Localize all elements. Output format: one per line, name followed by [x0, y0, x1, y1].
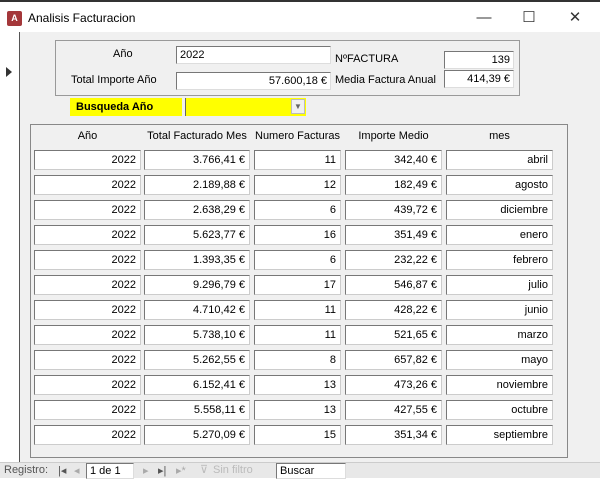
next-record-button[interactable]: ▸ [143, 464, 149, 477]
table-cell[interactable]: 5.270,09 € [144, 425, 250, 445]
table-cell[interactable]: 182,49 € [345, 175, 442, 195]
total-importe-field[interactable]: 57.600,18 € [176, 72, 331, 90]
record-navigation-bar: Registro: |◂ ◂ 1 de 1 ▸ ▸| ▸* ⊽ Sin filt… [0, 462, 600, 479]
first-record-button[interactable]: |◂ [58, 464, 66, 477]
table-cell[interactable]: marzo [446, 325, 553, 345]
table-cell[interactable]: 6 [254, 250, 341, 270]
record-selector[interactable] [0, 32, 20, 462]
table-cell[interactable]: 427,55 € [345, 400, 442, 420]
table-cell[interactable]: 6.152,41 € [144, 375, 250, 395]
new-record-button[interactable]: ▸* [176, 464, 186, 477]
anio-field[interactable]: 2022 [176, 46, 331, 64]
table-cell[interactable]: 351,34 € [345, 425, 442, 445]
table-cell[interactable]: 5.738,10 € [144, 325, 250, 345]
table-cell[interactable]: 15 [254, 425, 341, 445]
table-cell[interactable]: 439,72 € [345, 200, 442, 220]
registro-label: Registro: [4, 464, 49, 476]
filter-icon: ⊽ [200, 464, 209, 476]
table-cell[interactable]: 16 [254, 225, 341, 245]
table-cell[interactable]: enero [446, 225, 553, 245]
table-cell[interactable]: diciembre [446, 200, 553, 220]
table-cell[interactable]: 1.393,35 € [144, 250, 250, 270]
table-cell[interactable]: 2.638,29 € [144, 200, 250, 220]
maximize-button[interactable]: ☐ [509, 6, 549, 30]
record-number-field[interactable]: 1 de 1 [86, 463, 134, 479]
table-cell[interactable]: 521,65 € [345, 325, 442, 345]
nfactura-label: NºFACTURA [335, 53, 399, 65]
table-cell[interactable]: julio [446, 275, 553, 295]
table-cell[interactable]: 11 [254, 300, 341, 320]
table-cell[interactable]: 8 [254, 350, 341, 370]
table-cell[interactable]: junio [446, 300, 553, 320]
table-cell[interactable]: 473,26 € [345, 375, 442, 395]
table-cell[interactable]: 232,22 € [345, 250, 442, 270]
table-cell[interactable]: 657,82 € [345, 350, 442, 370]
previous-record-button[interactable]: ◂ [74, 464, 80, 477]
table-cell[interactable]: 11 [254, 325, 341, 345]
table-cell[interactable]: 2022 [34, 275, 141, 295]
table-cell[interactable]: 5.558,11 € [144, 400, 250, 420]
column-header: Total Facturado Mes [147, 130, 247, 142]
table-cell[interactable]: septiembre [446, 425, 553, 445]
table-cell[interactable]: 13 [254, 375, 341, 395]
table-cell[interactable]: 2022 [34, 250, 141, 270]
table-cell[interactable]: 546,87 € [345, 275, 442, 295]
table-cell[interactable]: 2022 [34, 425, 141, 445]
table-cell[interactable]: octubre [446, 400, 553, 420]
table-cell[interactable]: 2022 [34, 150, 141, 170]
table-cell[interactable]: 17 [254, 275, 341, 295]
table-cell[interactable]: abril [446, 150, 553, 170]
table-cell[interactable]: 5.623,77 € [144, 225, 250, 245]
table-cell[interactable]: 428,22 € [345, 300, 442, 320]
chevron-down-icon[interactable]: ▼ [291, 99, 305, 114]
table-cell[interactable]: 4.710,42 € [144, 300, 250, 320]
table-cell[interactable]: 2.189,88 € [144, 175, 250, 195]
table-cell[interactable]: febrero [446, 250, 553, 270]
anio-label: Año [113, 48, 133, 60]
table-cell[interactable]: 2022 [34, 400, 141, 420]
table-cell[interactable]: 2022 [34, 375, 141, 395]
column-header: Importe Medio [358, 130, 429, 142]
table-cell[interactable]: 13 [254, 400, 341, 420]
last-record-button[interactable]: ▸| [158, 464, 166, 477]
table-cell[interactable]: 11 [254, 150, 341, 170]
table-cell[interactable]: 2022 [34, 200, 141, 220]
table-cell[interactable]: 351,49 € [345, 225, 442, 245]
table-cell[interactable]: 5.262,55 € [144, 350, 250, 370]
table-cell[interactable]: 2022 [34, 225, 141, 245]
table-cell[interactable]: 2022 [34, 350, 141, 370]
filter-toggle[interactable]: Sin filtro [213, 464, 253, 476]
busqueda-anio-combo[interactable]: ▼ [185, 98, 306, 116]
table-cell[interactable]: 3.766,41 € [144, 150, 250, 170]
table-cell[interactable]: noviembre [446, 375, 553, 395]
busqueda-anio-label: Busqueda Año [70, 98, 182, 116]
search-input[interactable]: Buscar [276, 463, 346, 479]
close-button[interactable]: ✕ [555, 6, 595, 30]
table-cell[interactable]: 6 [254, 200, 341, 220]
media-factura-label: Media Factura Anual [335, 74, 436, 86]
window-title: Analisis Facturacion [28, 11, 136, 25]
nfactura-field[interactable]: 139 [444, 51, 514, 69]
table-cell[interactable]: agosto [446, 175, 553, 195]
table-cell[interactable]: 342,40 € [345, 150, 442, 170]
table-cell[interactable]: 2022 [34, 325, 141, 345]
current-record-arrow-icon [6, 67, 12, 77]
column-header: Año [77, 130, 98, 142]
table-cell[interactable]: 2022 [34, 175, 141, 195]
table-cell[interactable]: mayo [446, 350, 553, 370]
total-importe-label: Total Importe Año [71, 74, 157, 86]
access-app-icon: A [7, 11, 22, 26]
column-header: mes [489, 130, 510, 142]
table-cell[interactable]: 2022 [34, 300, 141, 320]
title-bar: A Analisis Facturacion — ☐ ✕ [0, 0, 600, 32]
table-cell[interactable]: 9.296,79 € [144, 275, 250, 295]
column-header: Numero Facturas [255, 130, 340, 142]
media-factura-field[interactable]: 414,39 € [444, 70, 514, 88]
table-cell[interactable]: 12 [254, 175, 341, 195]
minimize-button[interactable]: — [464, 6, 504, 30]
